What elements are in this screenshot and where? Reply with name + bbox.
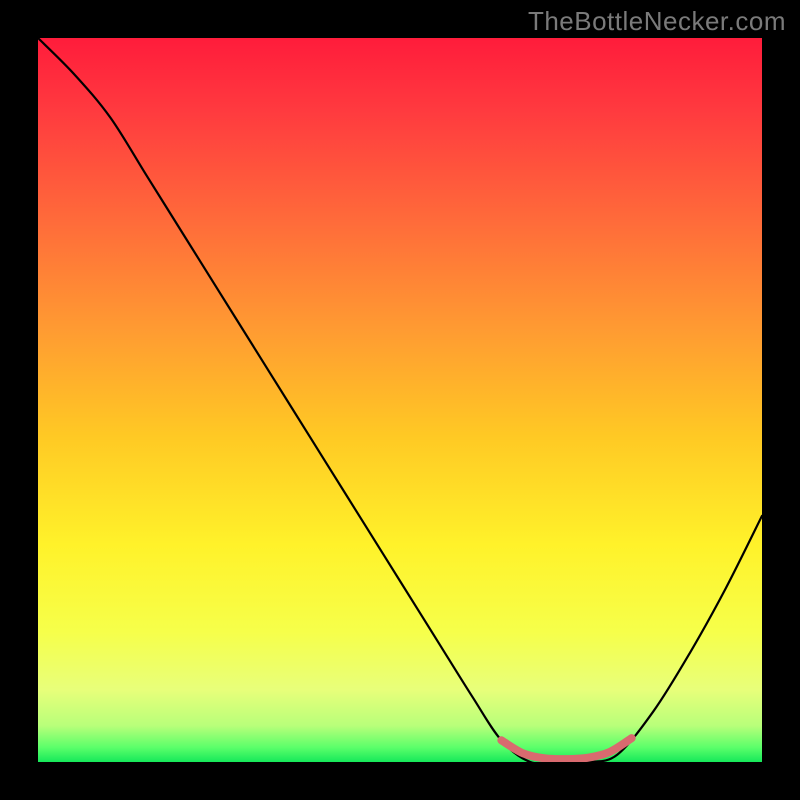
watermark-label: TheBottleNecker.com <box>528 6 786 37</box>
chart-container: TheBottleNecker.com <box>0 0 800 800</box>
plot-area <box>38 38 762 762</box>
chart-svg <box>38 38 762 762</box>
gradient-background <box>38 38 762 762</box>
